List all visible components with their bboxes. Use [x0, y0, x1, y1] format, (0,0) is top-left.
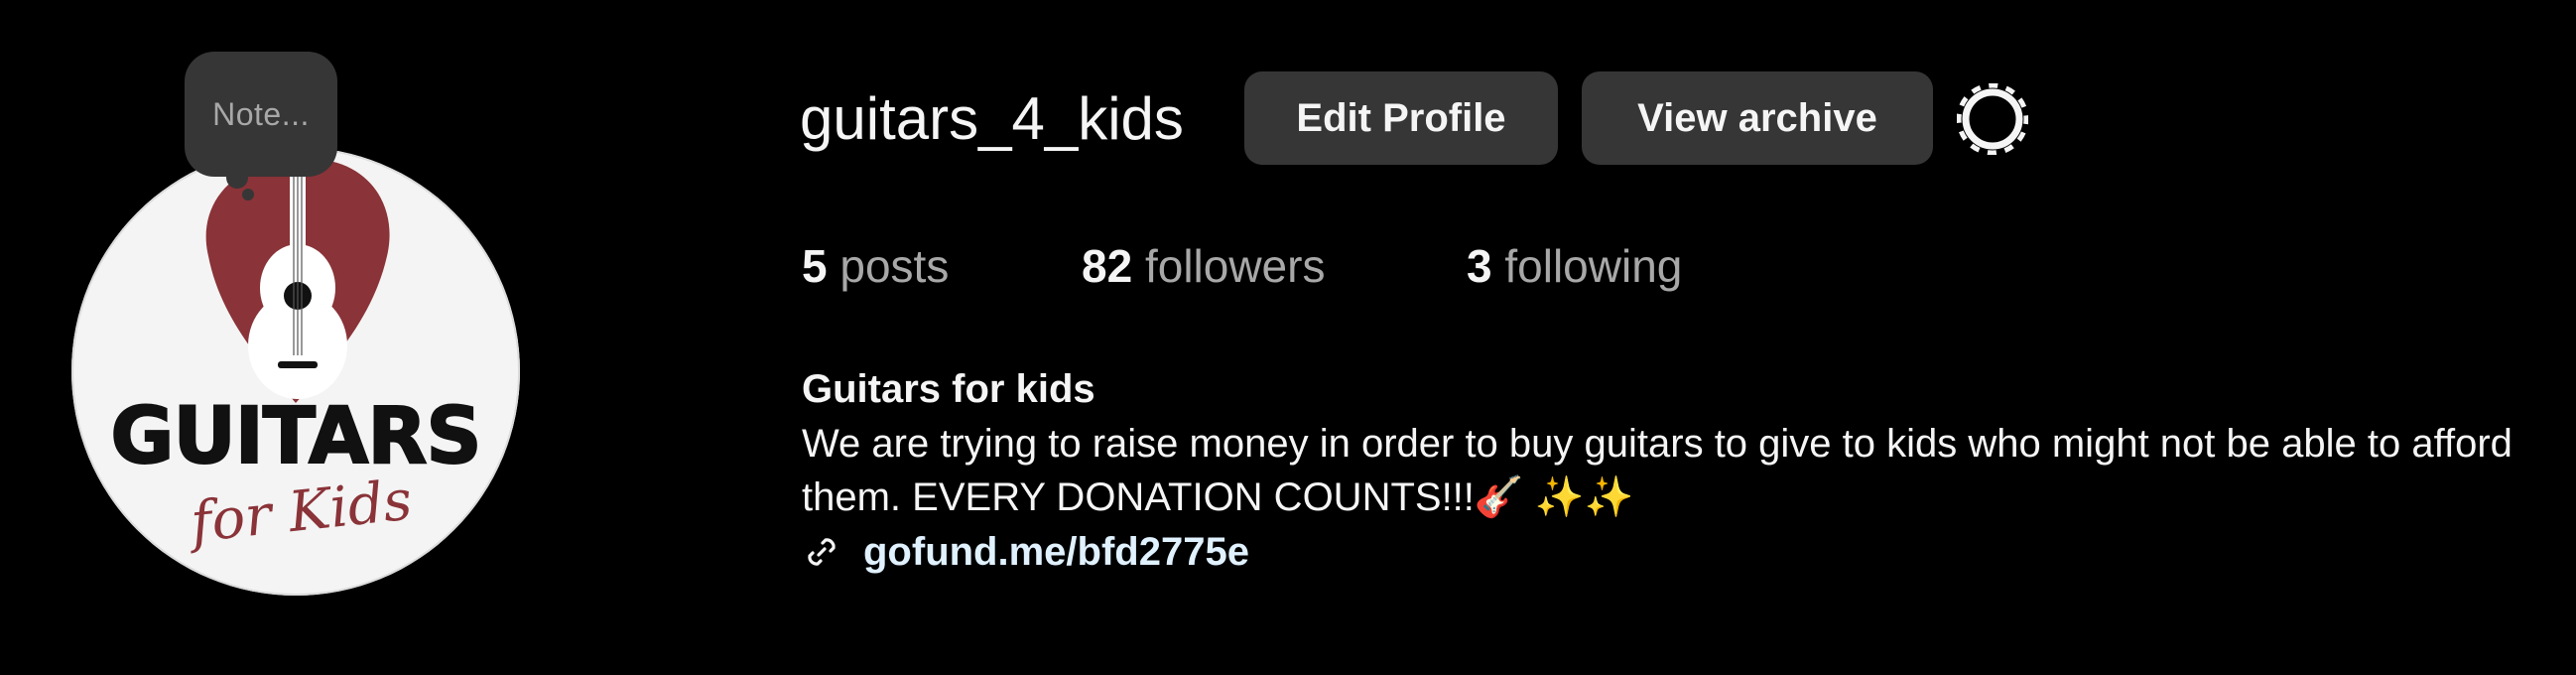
followers-link[interactable]: 82 followers: [1082, 238, 1325, 294]
bio-link[interactable]: gofund.me/bfd2775e: [802, 524, 1249, 580]
followers-count-value: 82: [1082, 240, 1133, 292]
posts-count-value: 5: [802, 240, 828, 292]
note-placeholder: Note...: [212, 95, 310, 132]
posts-count: 5 posts: [802, 238, 949, 294]
note-bubble-tail-dot: [242, 189, 254, 201]
profile-avatar[interactable]: GUITARS for Kids: [71, 147, 520, 596]
avatar[interactable]: GUITARS for Kids: [71, 147, 520, 596]
followers-label: followers: [1144, 240, 1326, 292]
following-link[interactable]: 3 following: [1467, 238, 1682, 294]
guitar-bridge: [278, 361, 318, 368]
guitars-for-kids-logo: GUITARS for Kids: [109, 158, 483, 556]
bio-text: We are trying to raise money in order to…: [802, 422, 2512, 519]
bio-name: Guitars for kids: [802, 367, 1095, 411]
gear-icon[interactable]: [1957, 83, 2028, 155]
note-bubble-tail: [226, 167, 248, 189]
logo-title: GUITARS: [110, 392, 480, 481]
view-archive-button[interactable]: View archive: [1582, 71, 1933, 165]
username: guitars_4_kids: [800, 85, 1184, 152]
following-label: following: [1504, 240, 1683, 292]
link-icon: [808, 538, 836, 566]
bio-link-text[interactable]: gofund.me/bfd2775e: [863, 530, 1249, 575]
note-bubble[interactable]: Note...: [185, 52, 337, 177]
following-count-value: 3: [1467, 240, 1492, 292]
edit-profile-button[interactable]: Edit Profile: [1244, 71, 1558, 165]
posts-label: posts: [839, 240, 950, 292]
